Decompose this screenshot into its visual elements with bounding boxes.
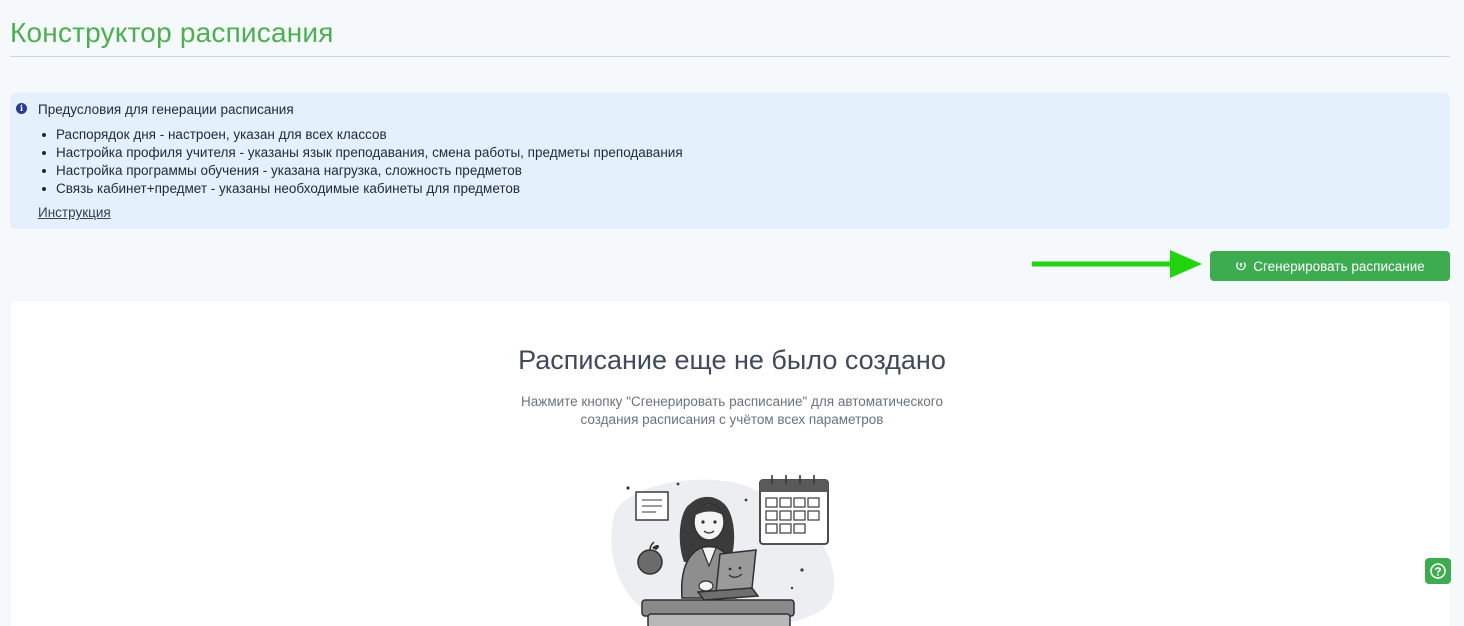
teacher-illustration (611, 475, 835, 626)
list-item: Настройка профиля учителя - указаны язык… (42, 145, 683, 160)
instruction-link[interactable]: Инструкция (38, 205, 111, 220)
arrow-right-icon (1032, 250, 1202, 278)
generate-button-label: Сгенерировать расписание (1253, 258, 1425, 274)
list-item: Распорядок дня - настроен, указан для вс… (42, 126, 683, 144)
help-icon (1430, 563, 1446, 579)
help-button[interactable] (1425, 558, 1451, 584)
empty-state-text-line: создания расписания с учётом всех параме… (580, 412, 884, 427)
list-item: Настройка программы обучения - указана н… (42, 162, 683, 180)
list-item: Связь кабинет+предмет - указаны необходи… (42, 180, 683, 198)
preconditions-panel: i Предусловия для генерации расписания Р… (10, 93, 1450, 229)
empty-state-text-line: Нажмите кнопку "Сгенерировать расписание… (521, 394, 943, 409)
title-divider (10, 56, 1450, 57)
page: Конструктор расписания i Предусловия для… (0, 0, 1464, 626)
generate-schedule-button[interactable]: Сгенерировать расписание (1210, 251, 1450, 281)
info-icon: i (16, 103, 27, 114)
preconditions-heading: Предусловия для генерации расписания (38, 102, 294, 117)
empty-state-text: Нажмите кнопку "Сгенерировать расписание… (462, 393, 1002, 429)
preconditions-list: Распорядок дня - настроен, указан для вс… (42, 126, 683, 198)
refresh-icon (1236, 262, 1247, 271)
empty-state-title: Расписание еще не было создано (518, 345, 946, 375)
page-title: Конструктор расписания (10, 17, 334, 48)
